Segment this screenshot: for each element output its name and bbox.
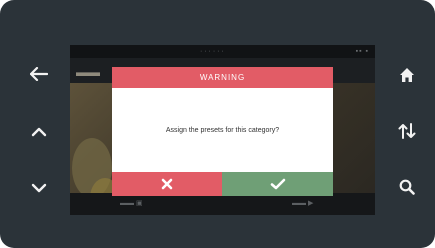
device-bezel: · · · · · · ▪▪ ▪ ▬▬ ▬▬ ▣ ▬▬ ▶ WARNING As… [0, 0, 435, 248]
warning-dialog: WARNING Assign the presets for this cate… [112, 67, 333, 196]
sort-arrows-icon [398, 123, 416, 139]
bottom-bar-right-item: ▬▬ ▶ [292, 200, 314, 207]
sort-button[interactable] [387, 111, 427, 151]
chevron-up-icon [31, 127, 47, 137]
bottom-bar-left-item: ▬▬ ▣ [120, 200, 143, 207]
back-button[interactable] [19, 54, 59, 94]
dialog-message: Assign the presets for this category? [165, 126, 280, 134]
dialog-title: WARNING [199, 73, 246, 82]
confirm-button[interactable] [222, 172, 333, 196]
up-button[interactable] [19, 112, 59, 152]
check-icon [270, 178, 285, 190]
dialog-body: Assign the presets for this category? [112, 88, 333, 172]
cancel-button[interactable] [112, 172, 222, 196]
status-bar-text: · · · · · · [200, 48, 224, 55]
screen-title: ▬▬ [76, 65, 100, 79]
status-bar-indicators: ▪▪ ▪ [355, 48, 369, 55]
arrow-left-icon [30, 67, 48, 81]
home-button[interactable] [387, 55, 427, 95]
dialog-header: WARNING [112, 67, 333, 88]
chevron-down-icon [31, 183, 47, 193]
search-icon [399, 179, 415, 195]
close-icon [161, 178, 173, 190]
search-button[interactable] [387, 167, 427, 207]
screen-bottom-bar: ▬▬ ▣ ▬▬ ▶ [70, 193, 375, 215]
down-button[interactable] [19, 168, 59, 208]
home-icon [400, 68, 414, 82]
screen-status-bar: · · · · · · ▪▪ ▪ [70, 45, 375, 58]
